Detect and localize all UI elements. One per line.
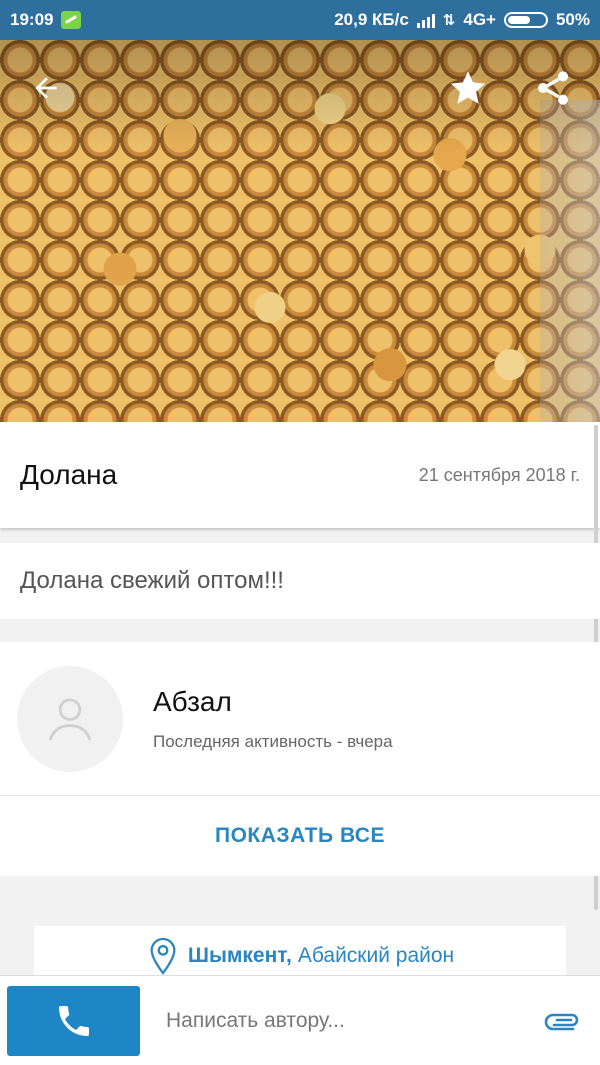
battery-level: 50% — [555, 10, 590, 29]
star-icon — [450, 71, 486, 104]
paperclip-icon — [544, 1013, 579, 1030]
data-transfer-icon: ⇅ — [442, 12, 456, 29]
author-row[interactable]: Абзал Последняя активность - вчера — [0, 642, 600, 796]
listing-date: 21 сентября 2018 г. — [418, 464, 580, 485]
signal-icon — [416, 12, 435, 28]
network-speed: 20,9 КБ/с — [334, 10, 409, 29]
battery-icon — [503, 12, 548, 28]
location-district: Абайский район — [297, 944, 455, 967]
network-type: 4G+ — [463, 10, 496, 29]
show-all-button[interactable]: ПОКАЗАТЬ ВСЕ — [0, 796, 600, 876]
location-city: Шымкент, — [187, 944, 292, 967]
status-time: 19:09 — [10, 10, 54, 29]
avatar — [17, 665, 123, 772]
listing-header: Долана 21 сентября 2018 г. — [0, 422, 600, 528]
location-pin-icon — [150, 937, 176, 975]
author-card: Абзал Последняя активность - вчера ПОКАЗ… — [0, 642, 600, 876]
back-arrow-icon — [35, 77, 57, 99]
call-button[interactable] — [7, 985, 140, 1056]
author-info: Абзал Последняя активность - вчера — [153, 686, 393, 752]
favorite-button[interactable] — [440, 60, 496, 116]
bottom-bar — [0, 975, 600, 1065]
listing-title: Долана — [20, 459, 118, 490]
message-input[interactable] — [140, 990, 533, 1051]
photo-shade — [0, 40, 600, 422]
attach-button[interactable] — [533, 991, 593, 1051]
phone-icon — [58, 1005, 89, 1036]
user-placeholder-icon — [48, 697, 92, 740]
listing-description: Долана свежий оптом!!! — [0, 543, 600, 619]
notification-icon — [61, 11, 82, 29]
status-right: 20,9 КБ/с ⇅ 4G+ 50% — [334, 10, 590, 30]
share-icon — [538, 71, 568, 105]
listing-photo[interactable] — [0, 40, 600, 422]
author-name: Абзал — [153, 685, 232, 717]
author-activity: Последняя активность - вчера — [153, 731, 393, 751]
status-bar: 19:09 20,9 КБ/с ⇅ 4G+ 50% — [0, 0, 600, 40]
share-button[interactable] — [525, 60, 581, 116]
back-button[interactable] — [18, 60, 74, 116]
